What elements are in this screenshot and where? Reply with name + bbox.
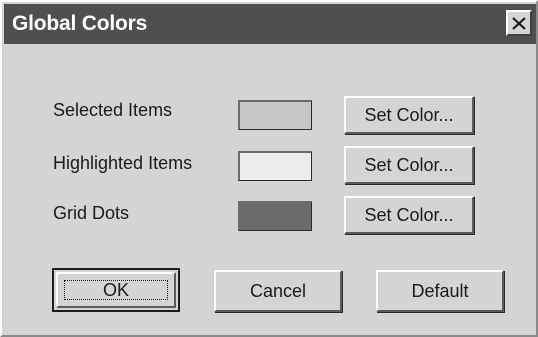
cancel-button[interactable]: Cancel	[214, 270, 342, 312]
set-color-button-highlighted-items[interactable]: Set Color...	[344, 146, 474, 184]
selected-items-swatch	[238, 100, 312, 130]
highlighted-items-swatch	[238, 151, 312, 181]
ok-button[interactable]: OK	[52, 268, 180, 312]
selected-items-label: Selected Items	[53, 100, 173, 120]
dialog-title: Global Colors	[12, 12, 148, 35]
focus-rectangle	[64, 280, 168, 300]
set-color-button-grid-dots[interactable]: Set Color...	[344, 196, 474, 234]
grid-dots-label: Grid Dots	[53, 203, 130, 223]
set-color-button-selected-items[interactable]: Set Color...	[344, 96, 474, 134]
default-button[interactable]: Default	[376, 270, 504, 312]
close-button[interactable]	[506, 10, 532, 36]
close-icon	[512, 16, 526, 30]
highlighted-items-label: Highlighted Items	[53, 153, 193, 173]
ok-button-face: OK	[56, 272, 176, 308]
title-bar[interactable]: Global Colors	[4, 4, 536, 44]
global-colors-dialog: Global Colors Selected Items Set Color..…	[0, 0, 538, 337]
grid-dots-swatch	[238, 201, 312, 231]
